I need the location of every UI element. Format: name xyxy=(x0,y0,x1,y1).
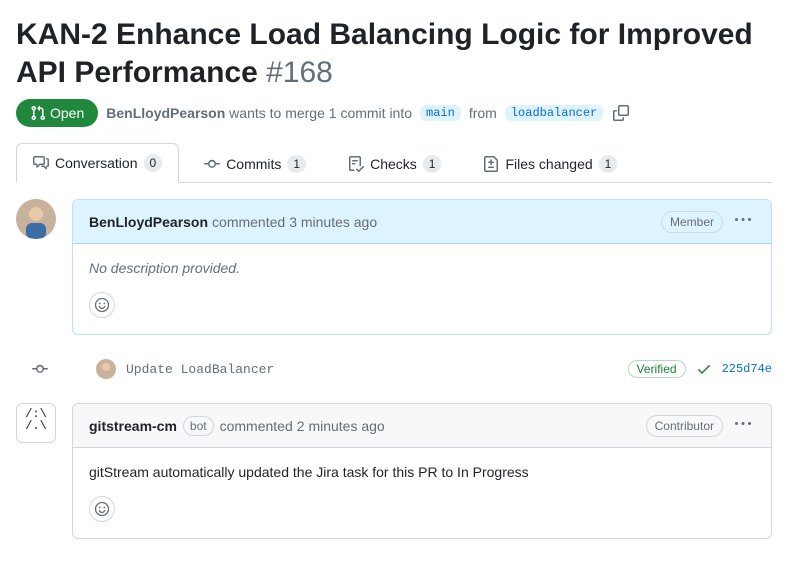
git-commit-icon xyxy=(204,156,220,172)
pr-author[interactable]: BenLloydPearson xyxy=(106,105,225,121)
comment-box: BenLloydPearson commented 3 minutes ago … xyxy=(72,199,772,335)
verified-badge[interactable]: Verified xyxy=(628,360,686,378)
bot-badge: bot xyxy=(183,416,214,436)
add-reaction-button[interactable] xyxy=(89,292,115,318)
commit-message[interactable]: Update LoadBalancer xyxy=(126,362,618,377)
comment-timestamp[interactable]: 3 minutes ago xyxy=(289,214,377,230)
role-badge: Member xyxy=(661,211,723,233)
file-diff-icon xyxy=(483,156,499,172)
commit-sha[interactable]: 225d74e xyxy=(722,362,772,376)
checklist-icon xyxy=(348,156,364,172)
comment-timestamp[interactable]: 2 minutes ago xyxy=(297,418,385,434)
git-commit-icon xyxy=(32,361,48,377)
comment-author[interactable]: BenLloydPearson xyxy=(89,214,208,230)
comment-body: gitStream automatically updated the Jira… xyxy=(73,448,771,496)
add-reaction-button[interactable] xyxy=(89,496,115,522)
commit-event: Update LoadBalancer Verified 225d74e xyxy=(72,351,772,387)
tab-commits[interactable]: Commits 1 xyxy=(187,143,323,183)
comment-discussion-icon xyxy=(33,155,49,171)
pr-title: KAN-2 Enhance Load Balancing Logic for I… xyxy=(16,16,772,91)
check-icon[interactable] xyxy=(696,361,712,377)
comment-author[interactable]: gitstream-cm xyxy=(89,418,177,434)
base-branch-pill[interactable]: main xyxy=(420,105,461,121)
avatar[interactable]: /:\/.\ xyxy=(16,403,56,443)
copy-icon[interactable] xyxy=(611,103,631,123)
state-badge: Open xyxy=(16,99,98,127)
comment-box: gitstream-cm bot commented 2 minutes ago… xyxy=(72,403,772,539)
kebab-icon[interactable] xyxy=(731,412,755,439)
pr-number: #168 xyxy=(266,56,333,89)
tab-conversation[interactable]: Conversation 0 xyxy=(16,143,179,183)
pr-tabs: Conversation 0 Commits 1 Checks 1 Files … xyxy=(16,143,772,183)
commit-avatar[interactable] xyxy=(96,359,116,379)
avatar[interactable] xyxy=(16,199,56,239)
kebab-icon[interactable] xyxy=(731,208,755,235)
tab-checks[interactable]: Checks 1 xyxy=(331,143,458,183)
tab-files[interactable]: Files changed 1 xyxy=(466,143,634,183)
git-pull-request-icon xyxy=(30,105,46,121)
comment-body: No description provided. xyxy=(73,244,771,292)
head-branch-pill[interactable]: loadbalancer xyxy=(505,105,603,121)
role-badge: Contributor xyxy=(646,415,723,437)
pr-meta: Open BenLloydPearson wants to merge 1 co… xyxy=(16,99,772,127)
